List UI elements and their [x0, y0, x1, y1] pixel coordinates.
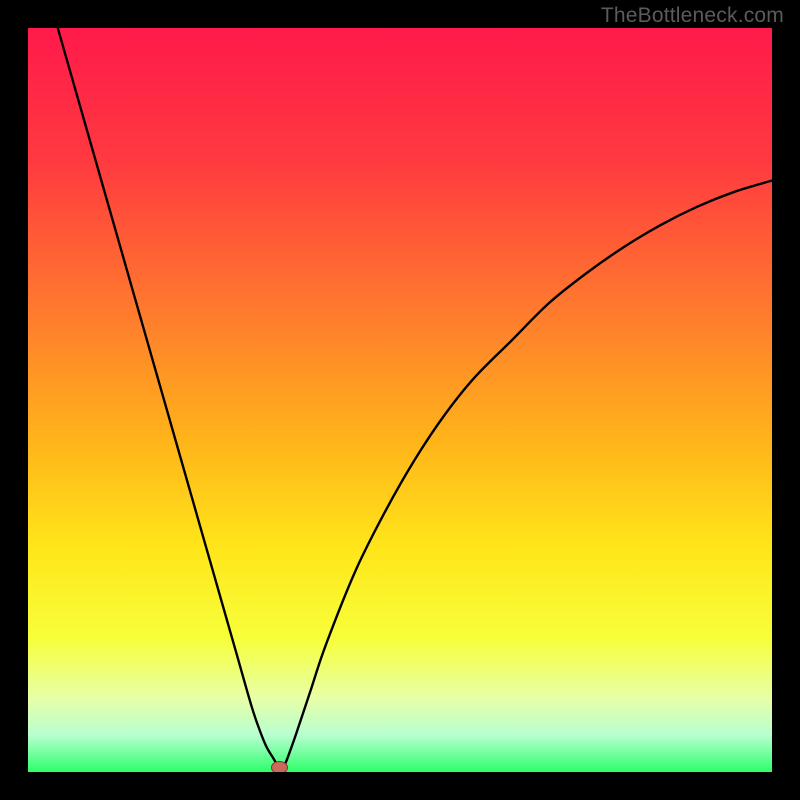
gradient-background [28, 28, 772, 772]
watermark-text: TheBottleneck.com [601, 4, 784, 28]
minimum-marker [271, 762, 287, 772]
plot-area [28, 28, 772, 772]
chart-frame: TheBottleneck.com [0, 0, 800, 800]
bottleneck-chart [28, 28, 772, 772]
